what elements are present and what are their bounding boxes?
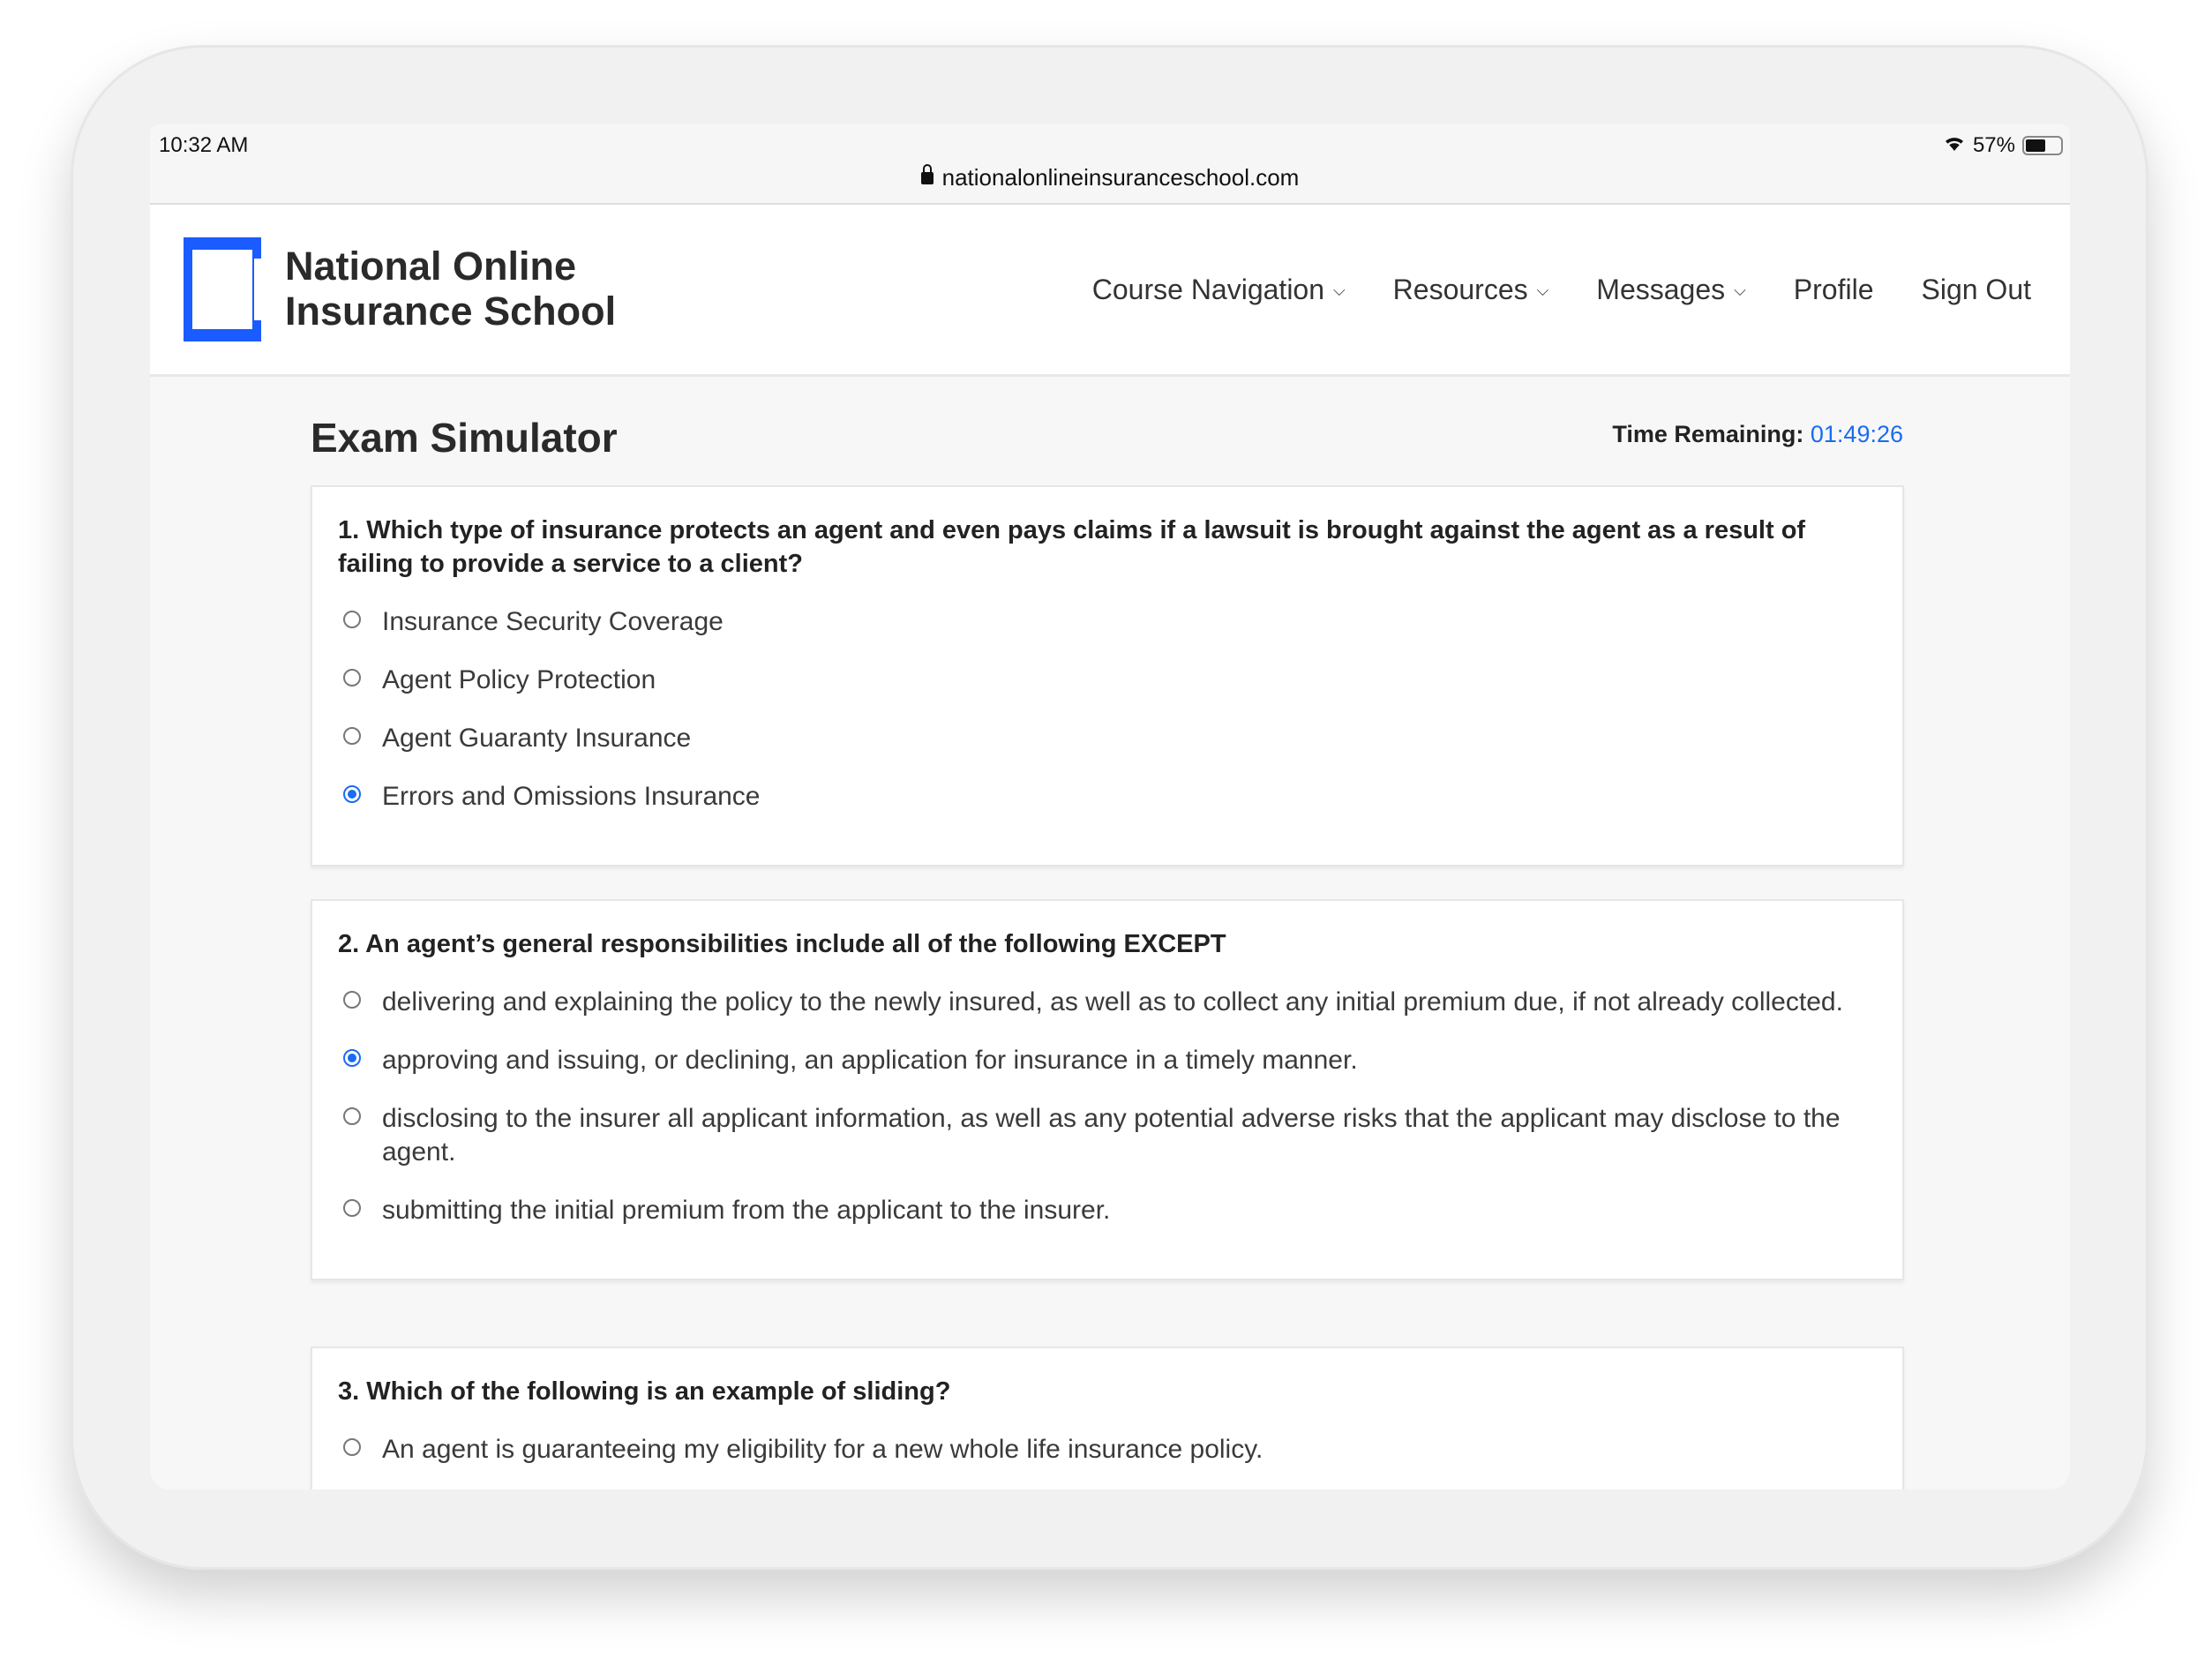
status-time: 10:32 AM [159,133,249,157]
lock-icon [920,164,934,184]
timer-label: Time Remaining: [1612,421,1804,447]
answer-option[interactable]: Agent Policy Protection [338,664,1877,697]
nav-label: Course Navigation [1091,274,1325,305]
nav-label: Profile [1793,274,1874,305]
question-card: 3. Which of the following is an example … [311,1347,1904,1489]
main-nav: Course Navigation ⌵ Resources ⌵ Messages ⌵ Pro… [1092,274,2031,306]
radio-button[interactable] [343,1199,361,1217]
browser-chrome: 10:32 AM 57% nationalonlineinsurancescho… [150,124,2070,205]
question-card: 1. Which type of insurance protects an a… [311,485,1904,867]
option-label: disclosing to the insurer all applicant … [382,1104,1841,1167]
screen: 10:32 AM 57% nationalonlineinsurancescho… [150,124,2070,1489]
radio-button[interactable] [343,611,361,628]
chevron-down-icon: ⌵ [1734,281,1746,299]
nav-label: Resources [1392,274,1528,305]
answer-option[interactable]: approving and issuing, or declining, an … [338,1044,1877,1077]
question-text: 3. Which of the following is an example … [338,1377,951,1406]
option-label: Errors and Omissions Insurance [382,782,761,811]
brand-line-1: National Online [285,244,577,289]
nav-sign-out[interactable]: Sign Out [1921,274,2031,306]
answer-option[interactable]: An agent is guaranteeing my eligibility … [338,1433,1877,1467]
brand-name[interactable]: National Online Insurance School [285,244,616,334]
battery-percent: 57% [1972,133,2015,157]
time-remaining: Time Remaining: 01:49:26 [1612,421,1903,448]
option-label: An agent is guaranteeing my eligibility … [382,1435,1263,1464]
nav-label: Messages [1596,274,1726,305]
question-text: 2. An agent’s general responsibilities i… [338,930,1226,958]
question-card: 2. An agent’s general responsibilities i… [311,899,1904,1280]
logo-mark[interactable] [184,237,261,341]
timer-value: 01:49:26 [1810,421,1903,447]
nav-profile[interactable]: Profile [1794,274,1874,306]
brand-line-2: Insurance School [285,289,617,334]
status-indicators: 57% [1943,133,2063,158]
option-label: delivering and explaining the policy to … [382,987,1843,1017]
nav-label: Sign Out [1921,274,2031,305]
option-label: approving and issuing, or declining, an … [382,1046,1358,1075]
battery-icon [2022,136,2063,155]
answer-option[interactable]: disclosing to the insurer all applicant … [338,1102,1877,1169]
address-bar[interactable]: nationalonlineinsuranceschool.com [150,164,2070,191]
radio-button[interactable] [343,991,361,1009]
chevron-down-icon: ⌵ [1536,281,1549,299]
radio-button[interactable] [343,1438,361,1456]
radio-button[interactable] [343,1049,361,1067]
radio-button[interactable] [343,785,361,803]
nav-messages[interactable]: Messages ⌵ [1596,274,1746,306]
answer-option[interactable]: Agent Guaranty Insurance [338,722,1877,755]
site-header: National Online Insurance School Course … [150,205,2070,377]
option-label: Insurance Security Coverage [382,607,724,636]
answer-option[interactable]: Insurance Security Coverage [338,605,1877,639]
nav-resources[interactable]: Resources ⌵ [1393,274,1549,306]
nav-course-navigation[interactable]: Course Navigation ⌵ [1092,274,1346,306]
option-label: submitting the initial premium from the … [382,1196,1111,1225]
url-text: nationalonlineinsuranceschool.com [941,164,1300,191]
option-label: Agent Guaranty Insurance [382,724,692,753]
page-title: Exam Simulator [311,415,618,461]
chevron-down-icon: ⌵ [1333,281,1346,299]
radio-button[interactable] [343,669,361,686]
answer-option[interactable]: delivering and explaining the policy to … [338,986,1877,1019]
wifi-icon [1943,133,1966,158]
answer-option[interactable]: Errors and Omissions Insurance [338,780,1877,814]
option-label: Agent Policy Protection [382,665,656,694]
answer-option[interactable]: submitting the initial premium from the … [338,1194,1877,1227]
question-text: 1. Which type of insurance protects an a… [338,516,1806,578]
radio-button[interactable] [343,1107,361,1125]
radio-button[interactable] [343,727,361,745]
